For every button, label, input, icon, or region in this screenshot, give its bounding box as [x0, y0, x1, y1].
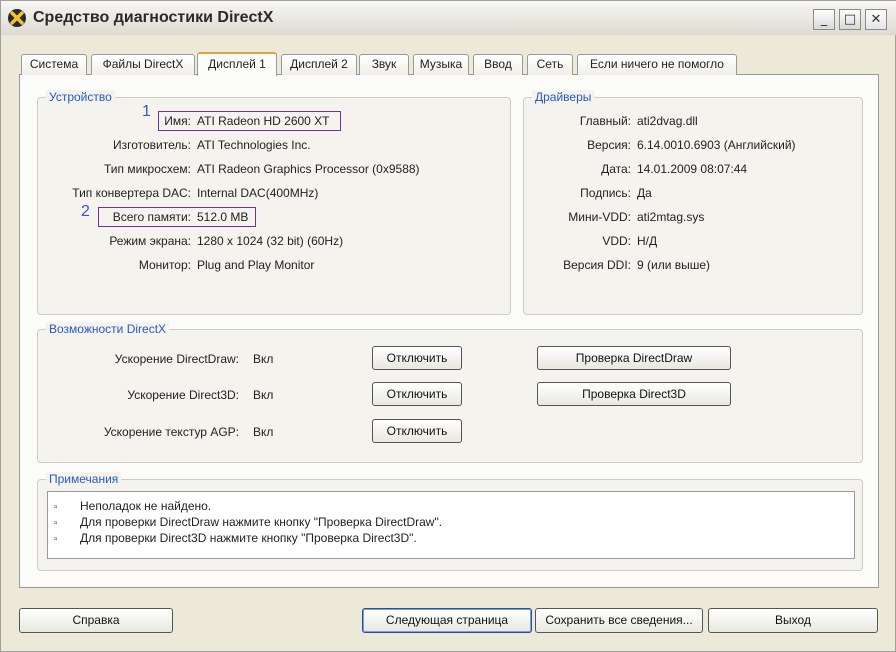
notes-text-area[interactable]: ▫ Неполадок не найдено. ▫ Для проверки Dir…	[47, 491, 855, 559]
driver-version-value: 6.14.0010.6903 (Английский)	[637, 138, 796, 152]
direct3d-accel-value: Вкл	[253, 388, 274, 402]
directx-features-title: Возможности DirectX	[46, 322, 170, 336]
disable-direct3d-button[interactable]: Отключить	[372, 382, 462, 406]
driver-date-label: Дата:	[601, 162, 631, 176]
direct3d-accel-label: Ускорение Direct3D:	[127, 388, 239, 402]
tab-display-1[interactable]: Дисплей 1	[197, 52, 277, 76]
highlight-total-memory	[98, 207, 256, 227]
manufacturer-label: Изготовитель:	[113, 138, 191, 152]
close-button[interactable]: ✕	[865, 9, 887, 30]
note-line-1: ▫ Неполадок не найдено.	[54, 499, 211, 513]
display-mode-value: 1280 x 1024 (32 bit) (60Hz)	[197, 234, 344, 248]
test-directdraw-button[interactable]: Проверка DirectDraw	[537, 346, 731, 370]
note-text-2: Для проверки DirectDraw нажмите кнопку "…	[80, 515, 443, 529]
directdraw-accel-label: Ускорение DirectDraw:	[114, 352, 239, 366]
mini-vdd-label: Мини-VDD:	[568, 210, 631, 224]
window-title: Средство диагностики DirectX	[33, 9, 274, 26]
device-group-title: Устройство	[46, 90, 115, 104]
notes-group-title: Примечания	[46, 472, 122, 486]
ddi-version-label: Версия DDI:	[563, 258, 631, 272]
note-text-1: Неполадок не найдено.	[80, 499, 212, 513]
display-mode-label: Режим экрана:	[109, 234, 191, 248]
drivers-group: Драйверы	[523, 90, 863, 315]
chip-type-label: Тип микросхем:	[103, 162, 191, 176]
vdd-label: VDD:	[602, 234, 631, 248]
dac-type-label: Тип конвертера DAC:	[72, 186, 191, 200]
tab-display-2[interactable]: Дисплей 2	[281, 54, 357, 75]
tab-directx-files[interactable]: Файлы DirectX	[91, 54, 195, 75]
tab-music[interactable]: Музыка	[413, 54, 469, 75]
title-bar[interactable]: Средство диагностики DirectX _ □ ✕	[1, 1, 896, 35]
help-button[interactable]: Справка	[19, 608, 173, 633]
disable-directdraw-button[interactable]: Отключить	[372, 346, 462, 370]
next-page-button[interactable]: Следующая страница	[362, 608, 532, 633]
tab-network[interactable]: Сеть	[527, 54, 573, 75]
annotation-marker-1: 1	[142, 103, 151, 120]
tab-system[interactable]: Система	[21, 54, 87, 75]
note-text-3: Для проверки Direct3D нажмите кнопку "Пр…	[80, 531, 417, 545]
manufacturer-value: ATI Technologies Inc.	[197, 138, 311, 152]
tab-more-help[interactable]: Если ничего не помогло	[577, 54, 737, 75]
exit-button[interactable]: Выход	[708, 608, 878, 633]
bullet-icon: ▫	[54, 518, 58, 529]
bullet-icon: ▫	[54, 502, 58, 513]
chip-type-value: ATI Radeon Graphics Processor (0x9588)	[197, 162, 420, 176]
main-driver-label: Главный:	[579, 114, 631, 128]
dac-type-value: Internal DAC(400MHz)	[197, 186, 319, 200]
ddi-version-value: 9 (или выше)	[637, 258, 711, 272]
tab-sound[interactable]: Звук	[359, 54, 409, 75]
annotation-marker-2: 2	[81, 203, 90, 220]
test-direct3d-button[interactable]: Проверка Direct3D	[537, 382, 731, 406]
mini-vdd-value: ati2mtag.sys	[637, 210, 705, 224]
directx-app-icon	[8, 9, 26, 27]
save-all-info-button[interactable]: Сохранить все сведения...	[535, 608, 703, 633]
signature-label: Подпись:	[580, 186, 631, 200]
directx-diagnostic-window: Средство диагностики DirectX _ □ ✕ Систе…	[0, 0, 896, 652]
vdd-value: Н/Д	[637, 234, 658, 248]
maximize-button[interactable]: □	[839, 9, 861, 30]
main-driver-value: ati2dvag.dll	[637, 114, 698, 128]
note-line-2: ▫ Для проверки DirectDraw нажмите кнопку …	[54, 515, 442, 529]
directdraw-accel-value: Вкл	[253, 352, 274, 366]
driver-version-label: Версия:	[587, 138, 631, 152]
signature-value: Да	[637, 186, 652, 200]
agp-texture-accel-label: Ускорение текстур AGP:	[103, 425, 239, 439]
highlight-device-name	[158, 111, 341, 131]
tab-input[interactable]: Ввод	[473, 54, 523, 75]
drivers-group-title: Драйверы	[532, 90, 595, 104]
monitor-value: Plug and Play Monitor	[197, 258, 315, 272]
note-line-3: ▫ Для проверки Direct3D нажмите кнопку "П…	[54, 531, 417, 545]
agp-texture-accel-value: Вкл	[253, 425, 274, 439]
bullet-icon: ▫	[54, 534, 58, 545]
disable-agp-button[interactable]: Отключить	[372, 419, 462, 443]
monitor-label: Монитор:	[138, 258, 191, 272]
minimize-button[interactable]: _	[813, 9, 835, 30]
driver-date-value: 14.01.2009 08:07:44	[637, 162, 748, 176]
